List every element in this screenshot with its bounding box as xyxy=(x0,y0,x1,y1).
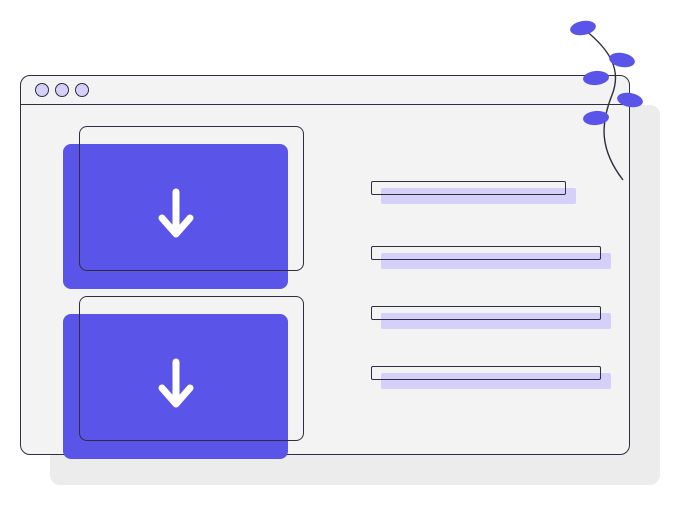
download-panel-outline xyxy=(79,126,304,271)
text-line xyxy=(371,181,566,195)
text-line xyxy=(371,246,601,260)
window-control-dot[interactable] xyxy=(75,83,89,97)
window-titlebar xyxy=(21,76,629,105)
window-control-dot[interactable] xyxy=(55,83,69,97)
text-line xyxy=(371,306,601,320)
download-panel-outline xyxy=(79,296,304,441)
browser-window xyxy=(20,75,630,455)
text-line xyxy=(371,366,601,380)
window-control-dot[interactable] xyxy=(35,83,49,97)
